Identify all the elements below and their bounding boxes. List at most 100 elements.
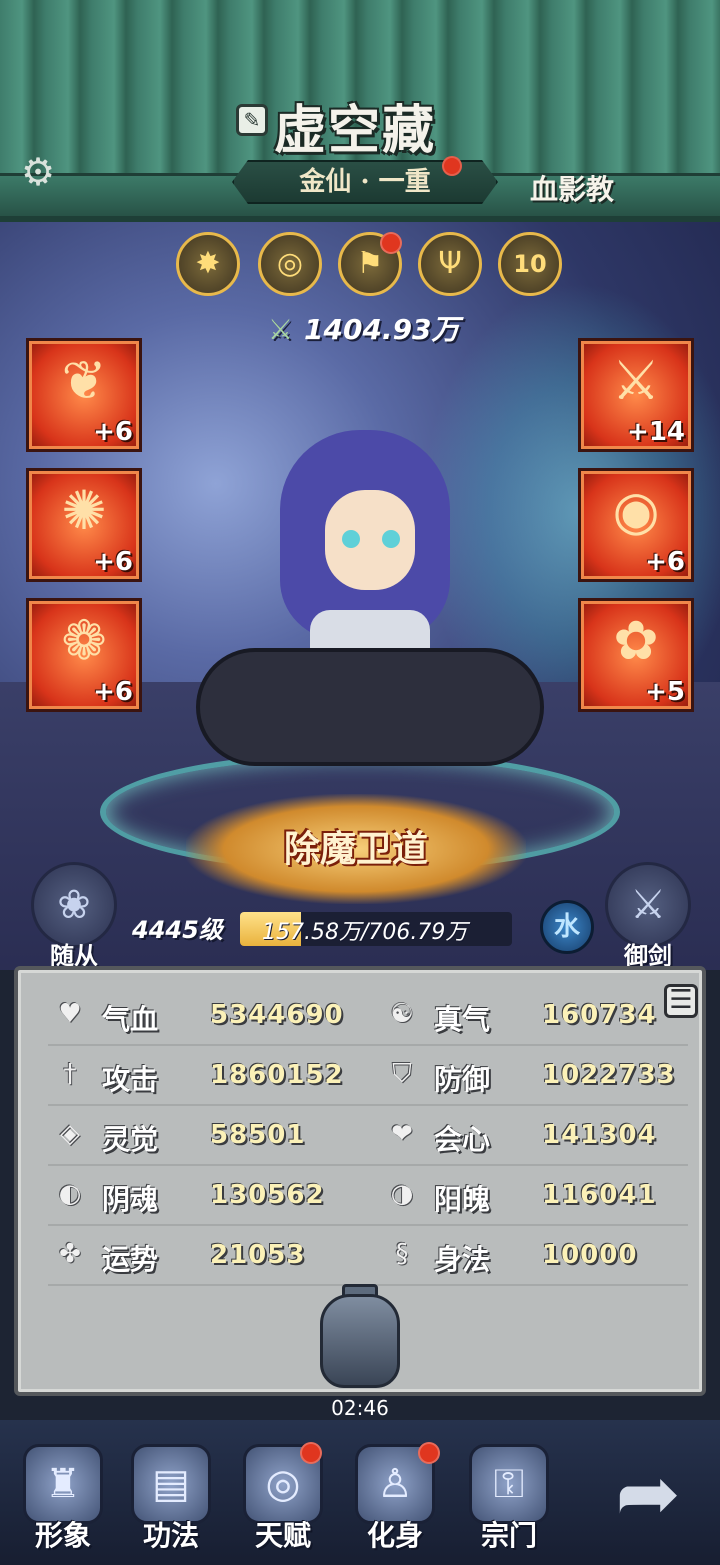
belt-icon: ✺ — [61, 479, 107, 542]
exp-text: 157.58万/706.79万 — [262, 920, 468, 945]
nav-sect[interactable]: ⚿ 宗门 — [454, 1444, 564, 1564]
nav-label: 形象 — [34, 1519, 91, 1552]
stat-yin-soul: ◐ 阴魂 130562 — [48, 1166, 378, 1224]
sword-label: 御剑 — [624, 941, 672, 970]
movement-icon: § — [395, 1239, 409, 1269]
level-badge-icon[interactable]: 10 — [498, 232, 562, 296]
equip-weapon[interactable]: ⚔ +14 — [578, 338, 694, 452]
notification-dot — [418, 1442, 440, 1464]
stat-row: † 攻击 1860152 ⛉ 防御 1022733 — [48, 1046, 688, 1106]
notification-dot — [380, 232, 402, 254]
equip-orb[interactable]: ◉ +6 — [578, 468, 694, 582]
character-scene: ✸ ◎ ⚑ Ψ 10 ⚔ 1404.93万 ❦ +6 ✺ +6 ❁ +6 ⚔ +1… — [0, 222, 720, 970]
follower-button[interactable]: ❀ 随从 — [26, 862, 122, 970]
equip-level: +6 — [93, 677, 133, 707]
dark-cloud — [200, 652, 540, 762]
yang-soul-icon: ◑ — [390, 1179, 414, 1209]
stat-movement: § 身法 10000 — [380, 1226, 710, 1284]
stat-label: 攻击 — [102, 1063, 159, 1096]
sword-icon: † — [63, 1059, 77, 1089]
sun-emblem-icon[interactable]: ✸ — [176, 232, 240, 296]
equip-ring[interactable]: ✿ +5 — [578, 598, 694, 712]
yin-yang-icon: ☯ — [390, 999, 414, 1029]
gear-icon[interactable]: ⚙ — [18, 152, 58, 192]
stat-perception: ◈ 灵觉 58501 — [48, 1106, 378, 1164]
trident-emblem-icon[interactable]: Ψ — [418, 232, 482, 296]
stat-label: 阳魄 — [434, 1183, 491, 1216]
edit-icon[interactable]: ✎ — [236, 104, 268, 136]
stat-value: 21053 — [210, 1240, 306, 1270]
skill-icon-row: ✸ ◎ ⚑ Ψ 10 — [176, 232, 566, 302]
necklace-icon: ❁ — [61, 609, 107, 672]
luck-icon: ✤ — [59, 1239, 81, 1269]
ring-icon: ✿ — [613, 609, 659, 672]
weapon-icon: ⚔ — [611, 349, 661, 412]
crit-heart-icon: ❤ — [391, 1119, 413, 1149]
stat-hp: ♥ 气血 5344690 — [48, 986, 378, 1044]
stat-value: 58501 — [210, 1120, 306, 1150]
stat-defense: ⛉ 防御 1022733 — [380, 1046, 710, 1104]
character-eye — [342, 530, 360, 548]
yin-soul-icon: ◐ — [58, 1179, 82, 1209]
character-eye — [382, 530, 400, 548]
stat-value: 1022733 — [542, 1060, 676, 1090]
sword-power-icon: ⚔ — [268, 313, 294, 346]
title-badge[interactable]: 除魔卫道 — [186, 794, 526, 904]
stat-value: 1860152 — [210, 1060, 344, 1090]
equip-armor[interactable]: ❦ +6 — [26, 338, 142, 452]
heart-icon: ♥ — [58, 999, 82, 1029]
sect-name[interactable]: 血影教 — [530, 168, 640, 208]
stat-label: 会心 — [434, 1123, 491, 1156]
stat-value: 130562 — [210, 1180, 325, 1210]
robe-icon: ♜ — [23, 1444, 103, 1524]
stat-value: 5344690 — [210, 1000, 344, 1030]
armor-icon: ❦ — [61, 349, 107, 412]
shield-icon: ⛉ — [392, 1059, 412, 1089]
stat-value: 116041 — [542, 1180, 657, 1210]
sword-flight-button[interactable]: ⚔ 御剑 — [600, 862, 696, 970]
stat-luck: ✤ 运势 21053 — [48, 1226, 378, 1284]
stat-value: 10000 — [542, 1240, 638, 1270]
stat-label: 灵觉 — [102, 1123, 159, 1156]
element-badge[interactable]: 水 — [540, 900, 594, 954]
stat-row: ◐ 阴魂 130562 ◑ 阳魄 116041 — [48, 1166, 688, 1226]
equip-level: +6 — [93, 547, 133, 577]
nav-label: 天赋 — [254, 1519, 311, 1552]
equip-level: +6 — [93, 417, 133, 447]
nav-technique[interactable]: ▤ 功法 — [116, 1444, 226, 1564]
stat-crit: ❤ 会心 141304 — [380, 1106, 710, 1164]
vase-icon[interactable] — [320, 1294, 400, 1388]
combat-power-value: 1404.93万 — [304, 313, 460, 346]
stat-qi: ☯ 真气 160734 — [380, 986, 710, 1044]
stat-attack: † 攻击 1860152 — [48, 1046, 378, 1104]
nav-talent[interactable]: ◎ 天赋 — [228, 1444, 338, 1564]
equip-level: +5 — [645, 677, 685, 707]
stat-label: 身法 — [434, 1243, 491, 1276]
stat-label: 防御 — [434, 1063, 491, 1096]
back-arrow-icon[interactable]: ➦ — [598, 1444, 698, 1544]
book-icon: ▤ — [131, 1444, 211, 1524]
follower-label: 随从 — [50, 941, 98, 970]
stat-value: 141304 — [542, 1120, 657, 1150]
equip-level: +14 — [627, 417, 685, 447]
nav-label: 宗门 — [480, 1519, 537, 1552]
stat-label: 阴魂 — [102, 1183, 159, 1216]
exp-bar: 157.58万/706.79万 — [240, 912, 512, 946]
stat-row: ◈ 灵觉 58501 ❤ 会心 141304 — [48, 1106, 688, 1166]
eye-icon: ◈ — [60, 1119, 80, 1149]
stat-label: 真气 — [434, 1003, 491, 1036]
stat-yang-soul: ◑ 阳魄 116041 — [380, 1166, 710, 1224]
equip-belt[interactable]: ✺ +6 — [26, 468, 142, 582]
notification-dot — [442, 156, 462, 176]
stat-row: ✤ 运势 21053 § 身法 10000 — [48, 1226, 688, 1286]
nav-appearance[interactable]: ♜ 形象 — [8, 1444, 118, 1564]
combat-power: ⚔ 1404.93万 — [268, 308, 498, 352]
equip-necklace[interactable]: ❁ +6 — [26, 598, 142, 712]
player-level: 4445级 — [132, 916, 223, 944]
stat-label: 气血 — [102, 1003, 159, 1036]
stat-value: 160734 — [542, 1000, 657, 1030]
orb-icon: ◉ — [612, 479, 660, 542]
player-name: 虚空藏 — [274, 100, 437, 161]
swirl-emblem-icon[interactable]: ◎ — [258, 232, 322, 296]
stat-row: ♥ 气血 5344690 ☯ 真气 160734 — [48, 986, 688, 1046]
